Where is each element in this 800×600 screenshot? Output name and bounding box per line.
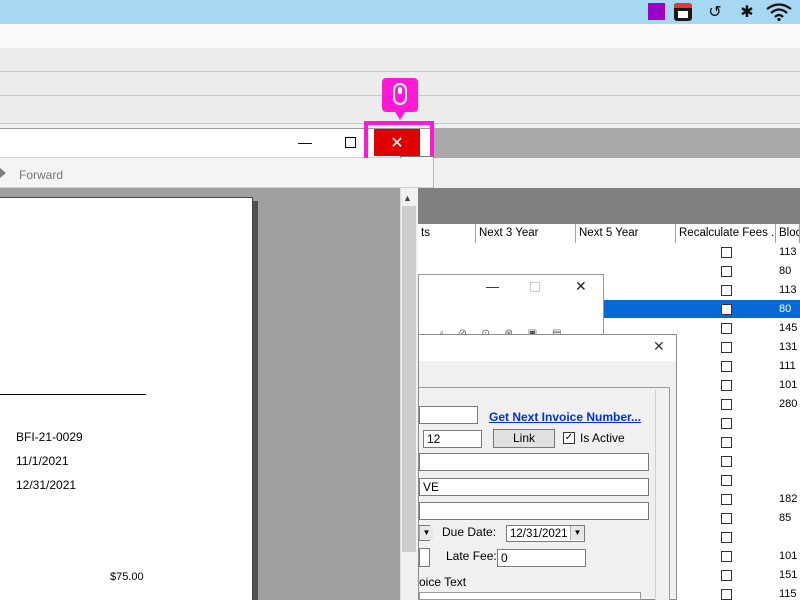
forward-arrow-icon[interactable] [0, 168, 6, 178]
amount-text: $75.00 [110, 571, 144, 583]
name-field[interactable]: VE [419, 478, 649, 496]
recalculate-fees-checkbox[interactable] [721, 494, 732, 505]
recalculate-fees-checkbox[interactable] [721, 589, 732, 600]
recalculate-fees-checkbox[interactable] [721, 418, 732, 429]
block-cell: 115 [779, 588, 797, 600]
block-cell: 85 [779, 512, 792, 524]
bluetooth-icon[interactable]: ✱ [737, 1, 757, 23]
time-machine-icon[interactable]: ↺ [703, 1, 727, 23]
scrollbar-thumb[interactable] [402, 206, 416, 552]
block-cell: 113 [779, 284, 797, 296]
link-button[interactable]: Link [493, 429, 555, 448]
recalculate-fees-checkbox[interactable] [721, 551, 732, 562]
recalculate-fees-checkbox[interactable] [721, 361, 732, 372]
dialog-minimize-button[interactable]: — [486, 279, 499, 294]
page-shadow [253, 201, 258, 600]
block-cell: 131 [779, 341, 798, 353]
grid-column-header[interactable]: Next 3 Year [476, 224, 576, 243]
wifi-icon[interactable] [766, 3, 792, 22]
block-cell: 80 [779, 303, 792, 315]
block-cell: 151 [779, 569, 798, 581]
grid-column-header[interactable]: ts [418, 224, 476, 243]
grid-column-header[interactable]: Recalculate Fees ... [676, 224, 776, 243]
block-cell: 182 [779, 493, 798, 505]
invoice-number-text: BFI-21-0029 [16, 430, 83, 444]
background-window-title [433, 128, 800, 158]
recalculate-fees-checkbox[interactable] [721, 323, 732, 334]
chevron-down-icon[interactable]: ▼ [419, 526, 433, 540]
late-fee-label: Late Fee: [446, 549, 497, 563]
block-cell: 113 [779, 246, 797, 258]
grid-group-header [418, 188, 800, 224]
recalculate-fees-checkbox[interactable] [721, 437, 732, 448]
text-field[interactable] [419, 502, 649, 520]
block-cell: 101 [779, 379, 798, 391]
invoice-number-field[interactable] [419, 406, 478, 424]
block-cell: 145 [779, 322, 798, 334]
background-window-toolbar [433, 158, 800, 188]
grid-column-header[interactable]: Bloc [776, 224, 800, 243]
mouse-click-badge [382, 78, 418, 120]
invoice-text-label: oice Text [419, 575, 467, 589]
recalculate-fees-checkbox[interactable] [721, 304, 732, 315]
invoice-dialog-close-button[interactable]: ✕ [653, 339, 665, 355]
is-active-label: Is Active [580, 431, 625, 445]
block-cell: 101 [779, 550, 798, 562]
recalculate-fees-checkbox[interactable] [721, 475, 732, 486]
color-square-icon[interactable] [648, 3, 665, 20]
chevron-down-icon[interactable]: ▼ [570, 526, 584, 540]
document-page [0, 197, 253, 600]
text-field[interactable] [419, 453, 649, 471]
block-cell: 280 [779, 398, 798, 410]
selected-table-row[interactable] [600, 300, 800, 318]
number-field[interactable]: 12 [423, 430, 482, 448]
late-fee-field[interactable]: 0 [497, 549, 586, 567]
recalculate-fees-checkbox[interactable] [721, 285, 732, 296]
recalculate-fees-checkbox[interactable] [721, 399, 732, 410]
app-background-toolbar [0, 48, 800, 72]
invoice-dialog-title-bar [419, 335, 676, 361]
recalculate-fees-checkbox[interactable] [721, 456, 732, 467]
app-background-strip [0, 24, 800, 48]
block-cell: 111 [779, 360, 796, 372]
dialog-maximize-button[interactable] [530, 282, 540, 292]
mouse-wheel-icon [398, 87, 402, 94]
invoice-text-area[interactable] [419, 592, 641, 600]
recalculate-fees-checkbox[interactable] [721, 532, 732, 543]
recalculate-fees-checkbox[interactable] [721, 266, 732, 277]
text-field[interactable] [419, 548, 430, 567]
block-cell: 80 [779, 265, 792, 277]
recalculate-fees-checkbox[interactable] [721, 380, 732, 391]
page-divider-line [0, 394, 146, 395]
grid-column-header[interactable]: Next 5 Year [576, 224, 676, 243]
recalculate-fees-checkbox[interactable] [721, 247, 732, 258]
recalculate-fees-checkbox[interactable] [721, 570, 732, 581]
recalculate-fees-checkbox[interactable] [721, 513, 732, 524]
calendar-icon[interactable] [674, 3, 692, 21]
invoice-date-text: 11/1/2021 [16, 454, 69, 468]
dialog-close-button[interactable]: ✕ [575, 279, 587, 295]
minimize-button[interactable]: — [285, 130, 325, 156]
recalculate-fees-checkbox[interactable] [721, 342, 732, 353]
due-date-label: Due Date: [442, 525, 497, 539]
scroll-up-arrow-icon[interactable]: ▲ [403, 193, 412, 203]
is-active-checkbox[interactable]: ✓ [563, 432, 575, 444]
maximize-icon [345, 137, 356, 148]
get-next-invoice-number-link[interactable]: Get Next Invoice Number... [489, 410, 641, 424]
forward-button[interactable]: Forward [19, 168, 63, 182]
dialog-vertical-scrollbar[interactable] [655, 390, 669, 600]
due-date-text: 12/31/2021 [16, 478, 77, 492]
